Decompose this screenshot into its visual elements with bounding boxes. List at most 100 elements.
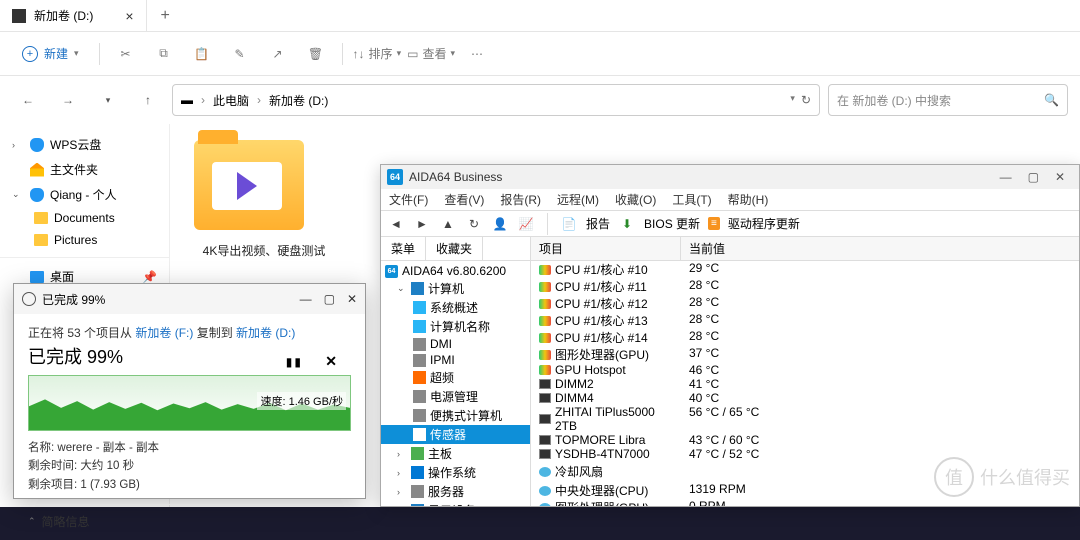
new-tab-button[interactable]: + <box>147 7 184 25</box>
aida-titlebar[interactable]: 64 AIDA64 Business — ▢ ✕ <box>381 165 1079 189</box>
new-button[interactable]: + 新建 ▾ <box>12 41 89 66</box>
search-input[interactable]: 在 新加卷 (D:) 中搜索 🔍 <box>828 84 1068 116</box>
back-button[interactable]: ← <box>12 84 44 116</box>
pause-button[interactable]: ▮▮ <box>286 355 303 369</box>
tab-drive-d[interactable]: 新加卷 (D:) × <box>0 0 147 31</box>
menu-fav[interactable]: 收藏(O) <box>615 191 656 208</box>
crumb-leaf[interactable]: 新加卷 (D:) <box>269 92 328 109</box>
home-icon <box>30 163 44 177</box>
chip-icon <box>413 354 426 367</box>
fan-row[interactable]: 图形处理器(GPU)0 RPM <box>531 499 1079 506</box>
col-item[interactable]: 项目 <box>531 237 681 260</box>
temp-icon <box>539 379 551 389</box>
chip-icon <box>413 338 426 351</box>
driver-icon: ≡ <box>708 217 720 230</box>
tree-display[interactable]: ›显示设备 <box>381 501 530 506</box>
windows-icon <box>411 466 424 479</box>
crumb-root[interactable]: 此电脑 <box>213 92 249 109</box>
forward-button[interactable]: → <box>52 84 84 116</box>
chart-icon[interactable]: 📈 <box>517 215 535 233</box>
sort-button[interactable]: ↑↓ 排序 ▾ <box>353 38 402 70</box>
tree-oc[interactable]: 超频 <box>381 368 530 387</box>
user-icon[interactable]: 👤 <box>491 215 509 233</box>
view-button[interactable]: ▭ 查看 ▾ <box>407 38 455 70</box>
sidebar-item-personal[interactable]: ⌄Qiang - 个人 <box>0 182 169 207</box>
close-button[interactable]: ✕ <box>1055 170 1065 184</box>
paste-button[interactable]: 📋 <box>186 38 218 70</box>
tree-portable[interactable]: 便携式计算机 <box>381 406 530 425</box>
up-button[interactable]: ↑ <box>132 84 164 116</box>
refresh-button[interactable]: ↻ <box>465 215 483 233</box>
close-icon[interactable]: × <box>125 8 133 24</box>
tree-ipmi[interactable]: IPMI <box>381 352 530 368</box>
sidebar-item-wps[interactable]: ›WPS云盘 <box>0 132 169 157</box>
sensor-row[interactable]: CPU #1/核心 #1228 °C <box>531 295 1079 312</box>
rename-button[interactable]: ✎ <box>224 38 256 70</box>
address-bar[interactable]: ▬ › 此电脑 › 新加卷 (D:) ▾ ↻ <box>172 84 820 116</box>
maximize-button[interactable]: ▢ <box>324 292 335 306</box>
tree-os[interactable]: ›操作系统 <box>381 463 530 482</box>
sensor-row[interactable]: TOPMORE Libra43 °C / 60 °C <box>531 433 1079 447</box>
menu-view[interactable]: 查看(V) <box>444 191 484 208</box>
bios-update-button[interactable]: BIOS 更新 <box>644 215 700 232</box>
dst-link[interactable]: 新加卷 (D:) <box>236 326 295 340</box>
sensor-row[interactable]: CPU #1/核心 #1128 °C <box>531 278 1079 295</box>
tree-sensors[interactable]: 传感器 <box>381 425 530 444</box>
refresh-icon[interactable]: ↻ <box>801 93 811 107</box>
menu-report[interactable]: 报告(R) <box>500 191 541 208</box>
more-button[interactable]: ⋯ <box>461 38 493 70</box>
col-value[interactable]: 当前值 <box>681 237 1079 260</box>
tree-root[interactable]: 64AIDA64 v6.80.6200 <box>381 263 530 279</box>
maximize-button[interactable]: ▢ <box>1028 170 1039 184</box>
sensor-row[interactable]: CPU #1/核心 #1328 °C <box>531 312 1079 329</box>
close-button[interactable]: ✕ <box>347 292 357 306</box>
chevron-down-icon[interactable]: ▾ <box>790 93 795 107</box>
temp-icon <box>539 299 551 309</box>
fire-icon <box>413 371 426 384</box>
tree-mb[interactable]: ›主板 <box>381 444 530 463</box>
menu-remote[interactable]: 远程(M) <box>557 191 599 208</box>
cut-button[interactable]: ✂ <box>110 38 142 70</box>
back-button[interactable]: ◄ <box>387 215 405 233</box>
minimize-button[interactable]: — <box>1000 170 1012 184</box>
aida-title-text: AIDA64 Business <box>409 170 502 184</box>
sensor-row[interactable]: CPU #1/核心 #1029 °C <box>531 261 1079 278</box>
aida64-window: 64 AIDA64 Business — ▢ ✕ 文件(F) 查看(V) 报告(… <box>380 164 1080 507</box>
navtab-menu[interactable]: 菜单 <box>381 237 426 260</box>
driver-update-button[interactable]: 驱动程序更新 <box>728 215 800 232</box>
navtab-fav[interactable]: 收藏夹 <box>426 237 483 260</box>
forward-button[interactable]: ► <box>413 215 431 233</box>
minimize-button[interactable]: — <box>300 292 312 306</box>
fan-icon <box>539 486 551 496</box>
sensor-row[interactable]: 图形处理器(GPU)37 °C <box>531 346 1079 363</box>
sidebar-item-home[interactable]: 主文件夹 <box>0 157 169 182</box>
tree-server[interactable]: ›服务器 <box>381 482 530 501</box>
report-button[interactable]: 报告 <box>586 215 610 232</box>
up-button[interactable]: ▲ <box>439 215 457 233</box>
menu-file[interactable]: 文件(F) <box>389 191 428 208</box>
tree-dmi[interactable]: DMI <box>381 336 530 352</box>
cancel-button[interactable]: ✕ <box>325 353 337 370</box>
toggle-details[interactable]: ⌃ 简略信息 <box>28 504 351 530</box>
src-link[interactable]: 新加卷 (F:) <box>135 326 193 340</box>
tree-overview[interactable]: 系统概述 <box>381 298 530 317</box>
sensor-row[interactable]: DIMM440 °C <box>531 391 1079 405</box>
share-button[interactable]: ↗ <box>262 38 294 70</box>
folder-item[interactable]: 4K导出视频、硬盘测试 <box>194 140 334 259</box>
copy-button[interactable]: ⧉ <box>148 38 180 70</box>
tree-computer[interactable]: ⌄计算机 <box>381 279 530 298</box>
delete-button[interactable]: 🗑 <box>300 38 332 70</box>
display-icon <box>411 504 424 506</box>
sensor-row[interactable]: CPU #1/核心 #1428 °C <box>531 329 1079 346</box>
copy-titlebar[interactable]: 已完成 99% — ▢ ✕ <box>14 284 365 314</box>
menu-tools[interactable]: 工具(T) <box>672 191 711 208</box>
sensor-row[interactable]: GPU Hotspot46 °C <box>531 363 1079 377</box>
sidebar-item-pictures[interactable]: Pictures <box>0 229 169 251</box>
tree-pwr[interactable]: 电源管理 <box>381 387 530 406</box>
sensor-row[interactable]: DIMM241 °C <box>531 377 1079 391</box>
history-button[interactable]: ▾ <box>92 84 124 116</box>
sensor-row[interactable]: ZHITAI TiPlus5000 2TB56 °C / 65 °C <box>531 405 1079 433</box>
menu-help[interactable]: 帮助(H) <box>728 191 769 208</box>
tree-sysname[interactable]: 计算机名称 <box>381 317 530 336</box>
sidebar-item-documents[interactable]: Documents <box>0 207 169 229</box>
